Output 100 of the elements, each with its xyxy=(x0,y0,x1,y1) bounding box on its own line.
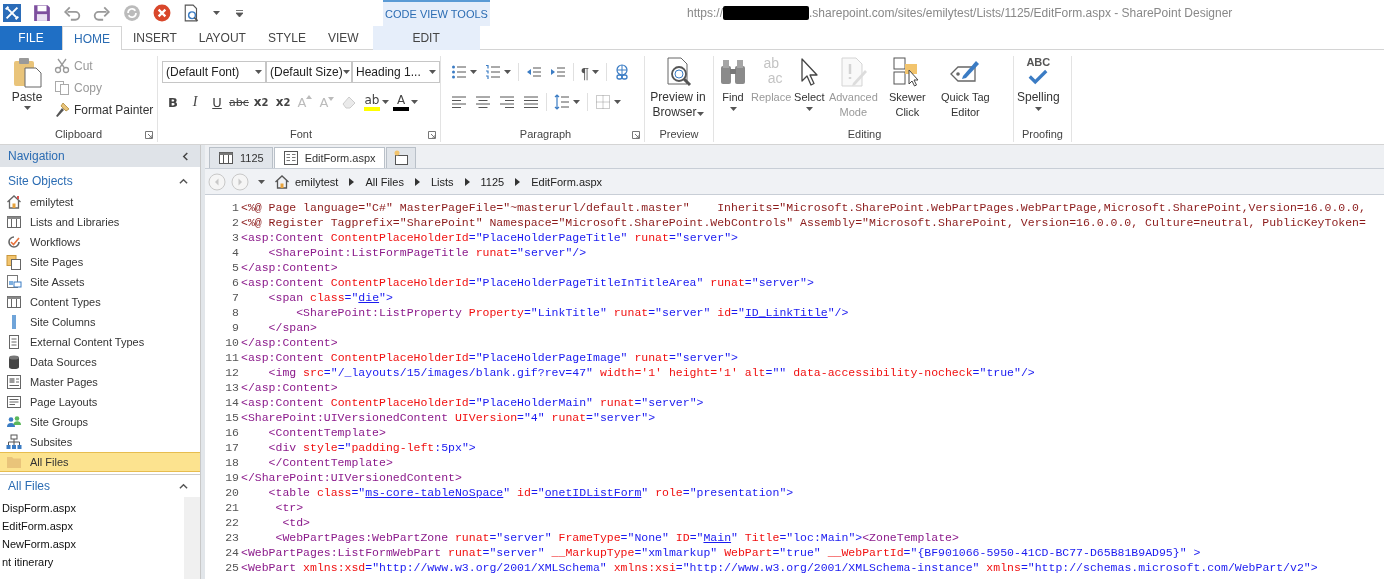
nav-item[interactable]: Data Sources xyxy=(0,352,200,372)
paste-button[interactable]: Paste xyxy=(6,56,48,110)
nav-item[interactable]: Subsites xyxy=(0,432,200,452)
nav-item[interactable]: Content Types xyxy=(0,292,200,312)
dropdown-field[interactable]: (Default Size) xyxy=(266,61,352,83)
section-title[interactable]: Site Objects xyxy=(8,174,73,188)
caret-icon xyxy=(592,70,600,74)
file-item[interactable]: NewForm.aspx xyxy=(0,535,184,553)
line-number: 4 xyxy=(231,245,240,260)
page-magnifier-icon[interactable] xyxy=(183,4,201,22)
code-line: <asp:Content ContentPlaceHolderId="PlaceHolderMain" runat="server"> xyxy=(241,395,704,410)
save-icon[interactable] xyxy=(33,4,51,22)
nav-item[interactable]: Lists and Libraries xyxy=(0,212,200,232)
ribbon-button[interactable]: Skewer Click xyxy=(880,56,935,120)
panel-title: Navigation xyxy=(8,149,65,163)
ribbon-button[interactable]: Format Painter xyxy=(54,100,154,120)
ribbon-tab[interactable]: EDIT xyxy=(372,26,480,50)
code-link[interactable]: Main xyxy=(703,531,732,544)
ribbon-tab[interactable]: LAYOUT xyxy=(187,26,257,50)
dropdown-field[interactable]: Heading 1... xyxy=(352,61,440,83)
ribbon-button[interactable]: Select xyxy=(792,56,827,111)
redo-icon[interactable] xyxy=(93,4,111,22)
line-number: 19 xyxy=(224,470,240,485)
spelling-button[interactable]: ABC Spelling xyxy=(1014,56,1063,111)
line-number: 12 xyxy=(224,365,240,380)
nav-item[interactable]: Site Assets xyxy=(0,272,200,292)
breadcrumb-link[interactable]: All Files xyxy=(365,175,404,188)
caret-icon xyxy=(614,100,621,104)
pilcrow-button[interactable]: ¶ xyxy=(577,61,604,83)
app-icon[interactable] xyxy=(3,4,21,22)
code-link[interactable]: onetIDListForm xyxy=(544,486,642,499)
ribbon-tab[interactable]: HOME xyxy=(62,26,122,50)
align-center-icon xyxy=(475,94,491,110)
format-button[interactable]: U xyxy=(206,91,228,113)
nav-item[interactable]: Site Groups xyxy=(0,412,200,432)
triangle-icon[interactable] xyxy=(464,177,470,186)
code-line: </asp:Content> xyxy=(241,335,338,350)
stop-icon[interactable] xyxy=(153,4,171,22)
chevron-up-icon[interactable] xyxy=(179,481,188,491)
borders-icon xyxy=(595,94,611,110)
ribbon-tab[interactable]: FILE xyxy=(0,26,62,50)
breadcrumb-link[interactable]: Lists xyxy=(430,175,454,188)
triangle-icon[interactable] xyxy=(515,177,521,186)
document-tab[interactable]: 1125 xyxy=(209,147,273,168)
document-tab[interactable]: EditForm.aspx xyxy=(273,147,385,168)
nav-item[interactable]: Site Pages xyxy=(0,252,200,272)
nav-item[interactable]: Workflows xyxy=(0,232,200,252)
code-line: <SharePoint:UIVersionedContent UIVersion="4" runat="server"> xyxy=(241,410,656,425)
bullets-icon xyxy=(451,64,467,80)
highlight-button[interactable]: ab xyxy=(364,91,389,113)
dropdown-field[interactable]: (Default Font) xyxy=(162,61,266,83)
table-icon xyxy=(6,294,22,310)
indent-icon xyxy=(550,64,566,80)
ribbon-button[interactable]: Quick Tag Editor xyxy=(934,56,997,120)
ribbon-tab[interactable]: INSERT xyxy=(122,26,188,50)
ribbon-button[interactable]: Find xyxy=(716,56,750,111)
file-item[interactable]: nt itinerary xyxy=(0,553,184,571)
triangle-icon[interactable] xyxy=(414,177,420,186)
chevron-up-icon[interactable] xyxy=(179,176,188,186)
code-line: <tr> xyxy=(274,500,304,515)
format-button[interactable]: I xyxy=(184,91,206,113)
nav-item[interactable]: emilytest xyxy=(0,192,200,212)
breadcrumb-link[interactable]: EditForm.aspx xyxy=(531,175,603,188)
code-link[interactable]: die xyxy=(358,291,380,304)
new-tab-button[interactable] xyxy=(385,147,416,168)
font-color-button[interactable]: A xyxy=(393,91,418,113)
nav-item[interactable]: Master Pages xyxy=(0,372,200,392)
launcher-icon[interactable] xyxy=(632,131,640,139)
triangle-icon[interactable] xyxy=(349,177,355,186)
line-number: 23 xyxy=(224,530,240,545)
undo-icon[interactable] xyxy=(63,4,81,22)
code-line: <div style="padding-left:5px"> xyxy=(267,440,476,455)
format-button[interactable]: B xyxy=(162,91,184,113)
launcher-icon[interactable] xyxy=(145,131,153,139)
launcher-icon[interactable] xyxy=(428,131,436,139)
scrollbar[interactable] xyxy=(184,497,200,579)
file-item[interactable]: DispForm.aspx xyxy=(0,499,184,517)
breadcrumb-link[interactable]: 1125 xyxy=(480,175,505,188)
nav-item[interactable]: Site Columns xyxy=(0,312,200,332)
nav-item[interactable]: Page Layouts xyxy=(0,392,200,412)
customize-icon[interactable] xyxy=(236,9,243,17)
nav-item[interactable]: External Content Types xyxy=(0,332,200,352)
caret-icon xyxy=(429,70,436,74)
code-link[interactable]: ID_LinkTitle xyxy=(744,306,828,319)
ribbon-tab[interactable]: VIEW xyxy=(316,26,370,50)
house-icon[interactable] xyxy=(274,173,290,190)
outdent-icon xyxy=(526,64,542,80)
ribbon-tab[interactable]: STYLE xyxy=(256,26,317,50)
format-button[interactable]: abc xyxy=(228,91,250,113)
collapse-icon[interactable] xyxy=(181,151,190,161)
preview-button[interactable]: Preview in Browser xyxy=(645,56,711,120)
breadcrumb-link[interactable]: emilytest xyxy=(295,175,339,188)
nav-item[interactable]: All Files xyxy=(0,452,200,472)
house-icon xyxy=(6,194,22,210)
caret-icon xyxy=(411,100,418,104)
window-title: .sharepoint.com/sites/emilytest/Lists/1125/EditForm.aspx - SharePoint Designer xyxy=(809,6,1233,20)
code-link[interactable]: ms-core-tableNoSpace xyxy=(365,486,504,499)
scissors-icon xyxy=(54,58,70,74)
file-item[interactable]: EditForm.aspx xyxy=(0,517,184,535)
section-title[interactable]: All Files xyxy=(8,479,50,493)
